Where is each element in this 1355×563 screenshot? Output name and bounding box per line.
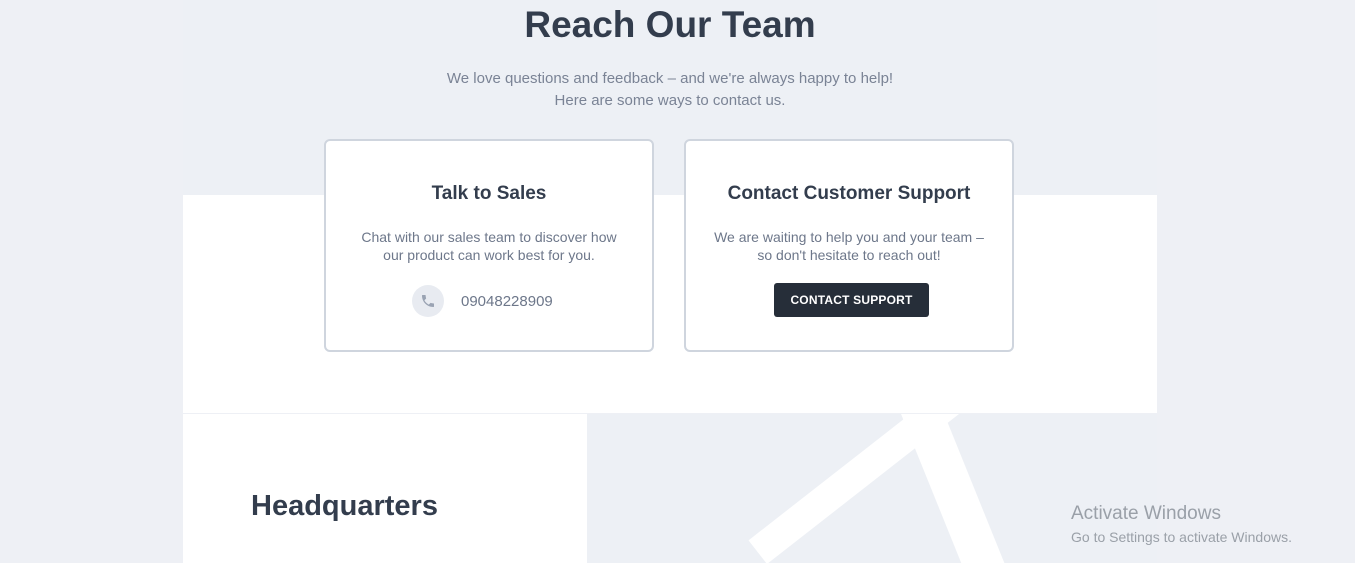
sales-card-title: Talk to Sales <box>431 183 547 204</box>
support-card-description: We are waiting to help you and your team… <box>706 228 992 264</box>
support-desc-line-1: We are waiting to help you and your team… <box>714 229 984 245</box>
page: Reach Our Team We love questions and fee… <box>0 0 1355 563</box>
phone-icon-glyph <box>422 295 434 307</box>
support-desc-line-2: so don't hesitate to reach out! <box>757 247 941 263</box>
contact-support-button[interactable]: CONTACT SUPPORT <box>774 283 929 317</box>
windows-activation-subtitle: Go to Settings to activate Windows. <box>1071 529 1292 545</box>
outer-background-right <box>1157 0 1355 563</box>
sales-desc-line-1: Chat with our sales team to discover how <box>361 229 617 245</box>
subtitle-line-1: We love questions and feedback – and we'… <box>446 70 894 87</box>
windows-activation-title: Activate Windows <box>1071 503 1221 524</box>
support-card-title: Contact Customer Support <box>727 183 971 204</box>
page-title: Reach Our Team <box>524 4 816 45</box>
sales-desc-line-2: our product can work best for you. <box>383 247 595 263</box>
outer-background-left <box>0 0 183 563</box>
sales-card-description: Chat with our sales team to discover how… <box>346 228 632 264</box>
sales-phone-number[interactable]: 09048228909 <box>461 293 553 310</box>
support-card: Contact Customer Support We are waiting … <box>684 139 1014 352</box>
subtitle-line-2: Here are some ways to contact us. <box>554 91 786 109</box>
page-subtitle: We love questions and feedback – and we'… <box>183 68 1157 111</box>
headquarters-title: Headquarters <box>251 490 438 522</box>
phone-icon <box>412 285 444 317</box>
sales-card: Talk to Sales Chat with our sales team t… <box>324 139 654 352</box>
headquarters-panel <box>183 414 587 563</box>
sales-phone-row[interactable]: 09048228909 <box>412 285 553 317</box>
